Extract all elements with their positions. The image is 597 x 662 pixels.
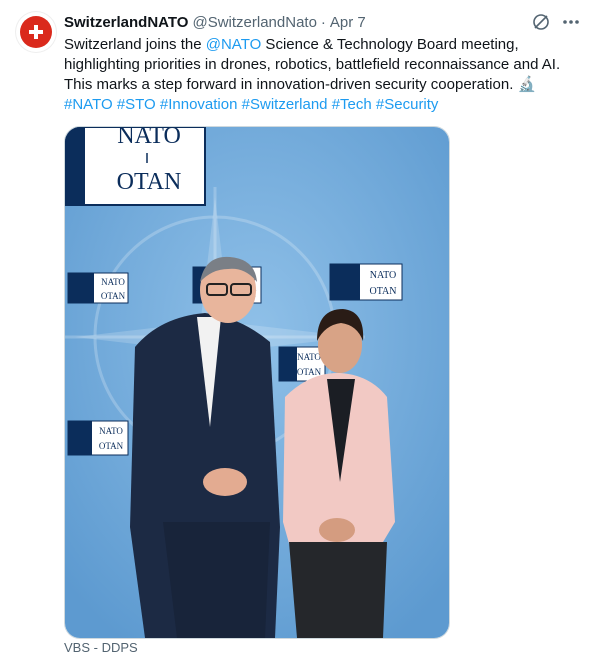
tweet-header: SwitzerlandNATO @SwitzerlandNato · Apr 7 [64,12,581,32]
logo-nato-text: NATO [117,127,181,149]
author-name[interactable]: SwitzerlandNATO [64,14,188,31]
nato-logo-small: NATO OTAN [329,263,403,301]
svg-text:NATO: NATO [297,352,321,362]
swiss-cross-icon [20,16,52,48]
nato-logo-small: NATO OTAN [67,272,129,304]
more-icon[interactable] [561,12,581,37]
svg-text:NATO: NATO [99,426,123,436]
hashtag-link[interactable]: #Tech [332,96,372,113]
logo-otan-text: OTAN [117,169,182,195]
tweet-date[interactable]: Apr 7 [330,14,366,31]
photo-scene: NATO OTAN NATO OTAN NATO OTAN NATO OTAN … [65,127,449,638]
svg-text:OTAN: OTAN [297,367,322,377]
tweet-text: Switzerland joins the @NATO Science & Te… [64,35,584,115]
author-handle[interactable]: @SwitzerlandNato [192,14,316,31]
nato-logo-small: NATO OTAN [278,346,326,382]
mention-link[interactable]: @NATO [206,36,262,53]
svg-text:OTAN: OTAN [101,291,126,301]
hashtag-link[interactable]: #Switzerland [242,96,328,113]
svg-text:NATO: NATO [101,277,125,287]
svg-text:OTAN: OTAN [99,441,124,451]
svg-text:NATO: NATO [370,270,396,281]
tweet-text-part-1: Switzerland joins the [64,36,206,53]
hashtag-link[interactable]: #Security [376,96,439,113]
hashtag-link[interactable]: #Innovation [160,96,238,113]
nato-logo-large: NATO OTAN [65,127,206,206]
nato-logo-small: NATO OTAN [67,420,129,456]
hashtag-link[interactable]: #STO [117,96,156,113]
microscope-emoji: 🔬 [517,76,537,93]
tweet-photo[interactable]: NATO OTAN NATO OTAN NATO OTAN NATO OTAN … [64,126,450,639]
tweet-actions [531,12,581,37]
avatar[interactable] [16,12,56,52]
grok-icon[interactable] [531,12,551,37]
hashtag-link[interactable]: #NATO [64,96,113,113]
svg-text:OTAN: OTAN [370,286,397,297]
separator-dot: · [320,13,326,31]
photo-caption: VBS - DDPS [64,640,138,655]
